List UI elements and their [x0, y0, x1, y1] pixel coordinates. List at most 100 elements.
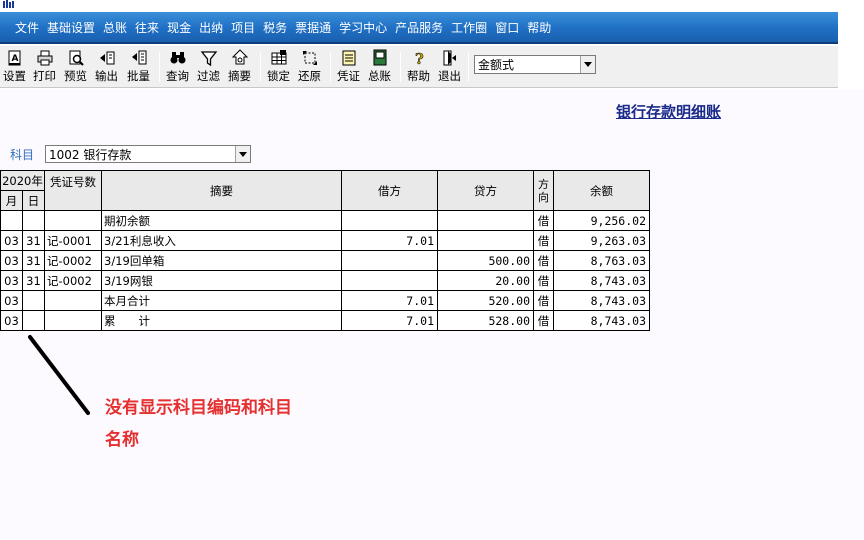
printer-icon: [37, 50, 52, 66]
title-bar: [0, 0, 864, 12]
preview-icon: [69, 50, 84, 66]
month-header: 月: [0, 190, 23, 211]
cell-summary: 3/19网银: [101, 270, 342, 291]
table-row[interactable]: 03 31 记-0002 3/19回单箱 500.00 借 8,763.03: [0, 250, 650, 271]
cell-summary: 3/21利息收入: [101, 230, 342, 251]
exit-icon: [443, 50, 456, 66]
report-title: 银行存款明细账: [616, 103, 722, 121]
help-icon: ?: [414, 50, 424, 67]
cell-voucher: 记-0001: [44, 230, 102, 251]
menu-item[interactable]: 项目: [231, 20, 255, 36]
table-row[interactable]: 03 本月合计 7.01 520.00 借 8,743.03: [0, 290, 650, 311]
table-row[interactable]: 03 31 记-0001 3/21利息收入 7.01 借 9,263.03: [0, 230, 650, 251]
cell-month: 03: [0, 270, 23, 291]
menu-item[interactable]: 文件: [15, 20, 39, 36]
toolbar-button-help[interactable]: ? 帮助: [407, 49, 430, 85]
cell-month: 03: [0, 230, 23, 251]
menu-item[interactable]: 窗口: [495, 20, 519, 36]
cell-debit: 7.01: [341, 290, 438, 311]
cell-direction: 借: [533, 210, 554, 231]
svg-text:A: A: [11, 54, 18, 64]
subject-select[interactable]: 1002 银行存款: [45, 145, 251, 163]
menu-item[interactable]: 税务: [263, 20, 287, 36]
toolbar-button-batch[interactable]: 批量: [127, 49, 150, 85]
cell-voucher: [44, 290, 102, 311]
menu-item[interactable]: 往来: [135, 20, 159, 36]
menu-item[interactable]: 帮助: [527, 20, 551, 36]
menu-item[interactable]: 工作圈: [451, 20, 487, 36]
menu-bar-blank: [838, 12, 864, 44]
table-row[interactable]: 03 累 计 7.01 528.00 借 8,743.03: [0, 310, 650, 331]
cell-voucher: 记-0002: [44, 250, 102, 271]
cell-direction: 借: [533, 250, 554, 271]
toolbar-button-query[interactable]: 查询: [166, 49, 189, 85]
menu-item[interactable]: 出纳: [199, 20, 223, 36]
chevron-down-icon[interactable]: [580, 56, 595, 73]
cell-day: [22, 290, 45, 311]
cell-direction: 借: [533, 230, 554, 251]
cell-summary: 本月合计: [101, 290, 342, 311]
cell-month: 03: [0, 250, 23, 271]
cell-debit: [341, 250, 438, 271]
year-header: 2020年: [0, 170, 45, 191]
toolbar-button-filter[interactable]: 过滤: [197, 49, 220, 85]
voucher-header: 凭证号数: [44, 170, 102, 211]
ledger-table: 2020年 凭证号数 摘要 借方 贷方 方向 余额 月 日 期初余额借 9,256…: [0, 170, 650, 331]
menu-item[interactable]: 现金: [167, 20, 191, 36]
cell-summary: 期初余额: [101, 210, 342, 231]
cell-credit: 520.00: [437, 290, 534, 311]
toolbar-button-export[interactable]: 输出: [95, 49, 118, 85]
menu-item[interactable]: 产品服务: [395, 20, 443, 36]
cell-balance: 8,743.03: [553, 270, 650, 291]
toolbar-button-settings[interactable]: A 设置: [3, 49, 26, 85]
chevron-down-icon[interactable]: [235, 146, 250, 162]
toolbar-button-lock[interactable]: 锁定: [267, 49, 290, 85]
cell-credit: [437, 230, 534, 251]
format-select[interactable]: 金额式: [474, 55, 596, 74]
cell-balance: 9,263.03: [553, 230, 650, 251]
cell-summary: 累 计: [101, 310, 342, 331]
cell-day: 31: [22, 270, 45, 291]
cell-day: [22, 210, 45, 231]
toolbar-button-restore[interactable]: 还原: [298, 49, 321, 85]
annotation-text-line-1: 没有显示科目编码和科目: [105, 398, 292, 418]
toolbar-button-print[interactable]: 打印: [33, 49, 56, 85]
summary-icon: [231, 49, 248, 65]
cell-month: 03: [0, 310, 23, 331]
cell-voucher: 记-0002: [44, 270, 102, 291]
restore-icon: [302, 51, 317, 65]
svg-text:?: ?: [415, 50, 424, 67]
cell-debit: [341, 270, 438, 291]
menu-item[interactable]: 票据通: [295, 20, 331, 36]
table-row[interactable]: 期初余额 借 9,256.02: [0, 210, 650, 231]
menu-item[interactable]: 基础设置: [47, 20, 95, 36]
toolbar: A 设置 打印 预览 输出 批量 查询 过滤 摘要 锁定 还原 凭证 总账 ? …: [0, 46, 838, 88]
cell-credit: 500.00: [437, 250, 534, 271]
cell-credit: 528.00: [437, 310, 534, 331]
toolbar-button-exit[interactable]: 退出: [438, 49, 461, 85]
cell-voucher: [44, 210, 102, 231]
cell-balance: 9,256.02: [553, 210, 650, 231]
voucher-icon: [342, 50, 355, 66]
menu-item[interactable]: 学习中心: [339, 20, 387, 36]
cell-credit: [437, 210, 534, 231]
cell-month: 03: [0, 290, 23, 311]
binoculars-icon: [170, 52, 185, 64]
direction-header: 方向: [533, 170, 554, 211]
report-area: 银行存款明细账 科目 1002 银行存款 2020年 凭证号数 摘要 借方 贷方…: [0, 89, 864, 540]
batch-icon: [131, 50, 146, 65]
toolbar-button-preview[interactable]: 预览: [64, 49, 87, 85]
subject-select-value: 1002 银行存款: [49, 147, 132, 162]
cell-balance: 8,763.03: [553, 250, 650, 271]
cell-direction: 借: [533, 310, 554, 331]
debit-header: 借方: [341, 170, 438, 211]
toolbar-button-summary[interactable]: 摘要: [228, 49, 251, 85]
cell-debit: 7.01: [341, 230, 438, 251]
toolbar-button-ledger[interactable]: 总账: [368, 49, 391, 85]
table-row[interactable]: 03 31 记-0002 3/19网银 20.00 借 8,743.03: [0, 270, 650, 291]
balance-header: 余额: [553, 170, 650, 211]
toolbar-button-voucher[interactable]: 凭证: [337, 49, 360, 85]
menu-items: 文件 基础设置 总账 往来 现金 出纳 项目 税务 票据通 学习中心 产品服务 工作圈 窗口 帮助: [15, 20, 559, 36]
menu-item[interactable]: 总账: [103, 20, 127, 36]
ledger-icon: [373, 49, 386, 66]
